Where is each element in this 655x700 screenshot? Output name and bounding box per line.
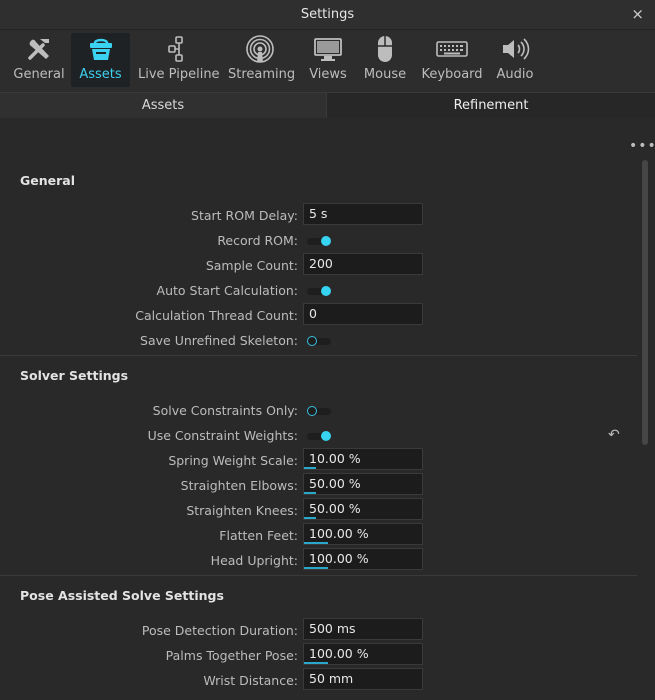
tab-general[interactable]: General bbox=[10, 33, 68, 87]
sample-count-value: 200 bbox=[309, 256, 333, 271]
record-rom-toggle[interactable] bbox=[305, 235, 333, 247]
straighten-knees-label: Straighten Knees: bbox=[186, 503, 298, 518]
straighten-knees-bar bbox=[304, 517, 316, 519]
spring-weight-scale-field[interactable]: 10.00 % bbox=[303, 448, 423, 470]
sample-count-label: Sample Count: bbox=[205, 258, 298, 273]
palms-together-pose-bar bbox=[304, 662, 328, 664]
start-rom-delay-value: 5 s bbox=[309, 206, 328, 221]
wrist-distance-value: 50 mm bbox=[309, 671, 354, 686]
tab-general-label: General bbox=[13, 67, 65, 82]
tab-keyboard[interactable]: Keyboard bbox=[420, 33, 484, 87]
auto-start-calculation-toggle[interactable] bbox=[305, 285, 333, 297]
mouse-icon bbox=[361, 33, 409, 65]
head-upright-bar bbox=[304, 567, 328, 569]
pipeline-icon bbox=[138, 33, 214, 65]
basket-icon bbox=[71, 33, 130, 65]
flatten-feet-value: 100.00 % bbox=[309, 526, 369, 541]
wrist-distance-label: Wrist Distance: bbox=[203, 673, 298, 688]
refinement-panel: ••• General Start ROM Delay: 5 s Record … bbox=[0, 118, 655, 700]
tab-audio[interactable]: Audio bbox=[493, 33, 537, 87]
tab-assets[interactable]: Assets bbox=[71, 33, 130, 87]
broadcast-icon bbox=[228, 33, 292, 65]
tab-live-pipeline[interactable]: Live Pipeline bbox=[138, 33, 220, 87]
monitor-icon bbox=[305, 33, 351, 65]
start-rom-delay-field[interactable]: 5 s bbox=[303, 203, 423, 225]
subtab-assets[interactable]: Assets bbox=[0, 93, 327, 118]
palms-together-pose-value: 100.00 % bbox=[309, 646, 369, 661]
subtab-bar: Assets Refinement bbox=[0, 92, 655, 118]
settings-toolbar: General Assets Live Pipeline Streaming V… bbox=[0, 30, 655, 92]
section-divider bbox=[0, 575, 637, 576]
tab-views[interactable]: Views bbox=[305, 33, 351, 87]
spring-weight-scale-value: 10.00 % bbox=[309, 451, 361, 466]
palms-together-pose-label: Palms Together Pose: bbox=[165, 648, 298, 663]
flatten-feet-label: Flatten Feet: bbox=[219, 528, 298, 543]
calculation-thread-count-value: 0 bbox=[309, 306, 317, 321]
keyboard-icon bbox=[420, 33, 484, 65]
use-constraint-weights-label: Use Constraint Weights: bbox=[147, 428, 298, 443]
save-unrefined-skeleton-toggle[interactable] bbox=[305, 335, 333, 347]
save-unrefined-skeleton-label: Save Unrefined Skeleton: bbox=[140, 333, 298, 348]
straighten-elbows-label: Straighten Elbows: bbox=[180, 478, 298, 493]
straighten-knees-field[interactable]: 50.00 % bbox=[303, 498, 423, 520]
subtab-refinement[interactable]: Refinement bbox=[327, 93, 655, 118]
flatten-feet-field[interactable]: 100.00 % bbox=[303, 523, 423, 545]
tab-streaming-label: Streaming bbox=[228, 67, 296, 82]
head-upright-label: Head Upright: bbox=[210, 553, 298, 568]
straighten-knees-value: 50.00 % bbox=[309, 501, 361, 516]
spring-weight-scale-bar bbox=[304, 467, 316, 469]
straighten-elbows-field[interactable]: 50.00 % bbox=[303, 473, 423, 495]
section-pose-title: Pose Assisted Solve Settings bbox=[20, 588, 224, 603]
head-upright-value: 100.00 % bbox=[309, 551, 369, 566]
solve-constraints-only-label: Solve Constraints Only: bbox=[152, 403, 298, 418]
auto-start-calculation-label: Auto Start Calculation: bbox=[156, 283, 298, 298]
section-solver-title: Solver Settings bbox=[20, 368, 129, 383]
section-general-title: General bbox=[20, 173, 75, 188]
use-constraint-weights-toggle[interactable] bbox=[305, 430, 333, 442]
tab-views-label: Views bbox=[309, 67, 347, 82]
tab-live-pipeline-label: Live Pipeline bbox=[138, 67, 220, 82]
close-icon[interactable]: × bbox=[631, 6, 644, 22]
pose-detection-duration-field[interactable]: 500 ms bbox=[303, 618, 423, 640]
speaker-icon bbox=[493, 33, 537, 65]
more-options-icon[interactable]: ••• bbox=[629, 138, 655, 154]
calculation-thread-count-field[interactable]: 0 bbox=[303, 303, 423, 325]
wrist-distance-field[interactable]: 50 mm bbox=[303, 668, 423, 690]
section-divider bbox=[0, 355, 637, 356]
solve-constraints-only-toggle[interactable] bbox=[305, 405, 333, 417]
tab-mouse[interactable]: Mouse bbox=[361, 33, 409, 87]
flatten-feet-bar bbox=[304, 542, 328, 544]
straighten-elbows-bar bbox=[304, 492, 316, 494]
tools-icon bbox=[10, 33, 68, 65]
title-bar: Settings × bbox=[0, 0, 655, 30]
tab-mouse-label: Mouse bbox=[363, 67, 407, 82]
start-rom-delay-label: Start ROM Delay: bbox=[191, 208, 298, 223]
palms-together-pose-field[interactable]: 100.00 % bbox=[303, 643, 423, 665]
tab-audio-label: Audio bbox=[496, 67, 534, 82]
record-rom-label: Record ROM: bbox=[217, 233, 298, 248]
head-upright-field[interactable]: 100.00 % bbox=[303, 548, 423, 570]
straighten-elbows-value: 50.00 % bbox=[309, 476, 361, 491]
spring-weight-scale-label: Spring Weight Scale: bbox=[168, 453, 298, 468]
window-title: Settings bbox=[300, 7, 355, 22]
pose-detection-duration-value: 500 ms bbox=[309, 621, 356, 636]
reset-icon[interactable]: ↶ bbox=[608, 427, 620, 443]
tab-streaming[interactable]: Streaming bbox=[228, 33, 296, 87]
scrollbar-thumb[interactable] bbox=[642, 160, 648, 445]
calculation-thread-count-label: Calculation Thread Count: bbox=[135, 308, 298, 323]
tab-assets-label: Assets bbox=[79, 67, 122, 82]
tab-keyboard-label: Keyboard bbox=[421, 67, 483, 82]
pose-detection-duration-label: Pose Detection Duration: bbox=[141, 623, 298, 638]
sample-count-field[interactable]: 200 bbox=[303, 253, 423, 275]
